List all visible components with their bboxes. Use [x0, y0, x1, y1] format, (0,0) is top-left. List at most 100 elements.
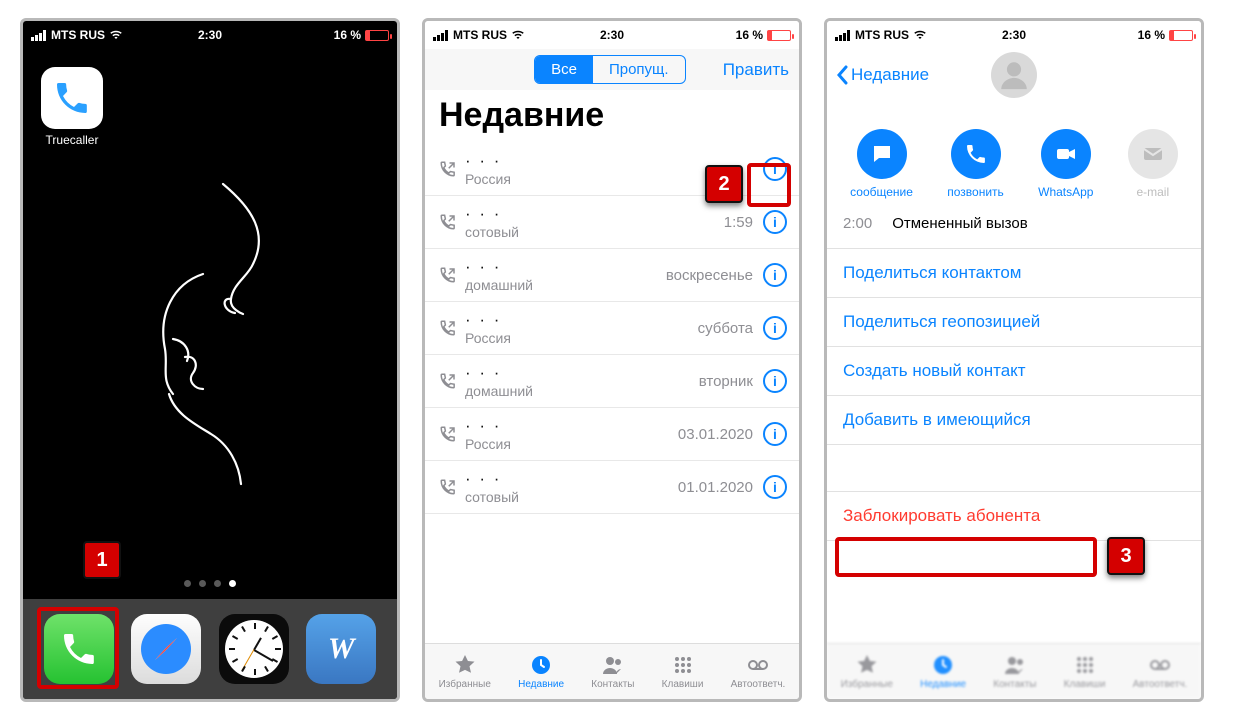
recents-row-title: · · · [465, 416, 670, 436]
info-button[interactable]: i [763, 369, 787, 393]
wifi-icon [511, 28, 525, 42]
screen-contact-card: MTS RUS 2:30 16 % Недавние сообщение [824, 18, 1204, 702]
recents-row-sub: сотовый [465, 489, 670, 505]
back-label: Недавние [851, 65, 929, 85]
truecaller-icon [41, 67, 103, 129]
info-button[interactable]: i [763, 422, 787, 446]
status-bar: MTS RUS 2:30 16 % [23, 21, 397, 49]
recents-row[interactable]: · · ·сотовый1:59i [425, 196, 799, 249]
screen-home: MTS RUS 2:30 16 % Truecaller [20, 18, 400, 702]
call-outgoing-icon [439, 319, 457, 337]
call-outgoing-icon [439, 372, 457, 390]
battery-pct: 16 % [1138, 28, 1165, 42]
app-truecaller[interactable]: Truecaller [37, 67, 107, 147]
page-title: Недавние [425, 90, 799, 143]
recents-row-title: · · · [465, 363, 691, 383]
recents-row[interactable]: · · ·домашний воскресенье i [425, 249, 799, 302]
recents-row[interactable]: · · ·домашнийвторникi [425, 355, 799, 408]
app-label: Truecaller [46, 133, 99, 147]
recents-row[interactable]: · · ·Россиясубботаi [425, 302, 799, 355]
battery-icon [1169, 30, 1193, 41]
signal-icon [835, 30, 851, 41]
tab-bar: Избранные Недавние Контакты Клавиши Авто… [425, 643, 799, 699]
wifi-icon [109, 28, 123, 42]
call-outgoing-icon [439, 213, 457, 231]
carrier-label: MTS RUS [453, 28, 507, 42]
call-outgoing-icon [439, 478, 457, 496]
tab-contacts[interactable]: Контакты [591, 653, 634, 690]
status-time: 2:30 [198, 28, 222, 42]
annotation-highlight-2 [747, 163, 791, 207]
signal-icon [433, 30, 449, 41]
recents-row-sub: Россия [465, 171, 745, 187]
call-log-entry: 2:00 Отмененный вызов [827, 211, 1201, 248]
tab-keypad[interactable]: Клавиши [662, 653, 704, 690]
option-add-existing[interactable]: Добавить в имеющийся [827, 395, 1201, 445]
contact-avatar [991, 52, 1037, 98]
option-share-location[interactable]: Поделиться геопозицией [827, 297, 1201, 346]
call-outgoing-icon [439, 425, 457, 443]
recents-row-time: 01.01.2020 [678, 479, 753, 496]
recents-row-title: · · · [465, 310, 690, 330]
dock-clock-app[interactable] [219, 614, 289, 684]
recents-row-sub: домашний [465, 277, 658, 293]
tab-favorites[interactable]: Избранные [439, 653, 491, 690]
tab-recents[interactable]: Недавние [920, 653, 966, 690]
phone-icon [951, 129, 1001, 179]
screen-recents: MTS RUS 2:30 16 % Все Пропущ. Править Не… [422, 18, 802, 702]
battery-icon [365, 30, 389, 41]
recents-row-title: · · · [465, 469, 670, 489]
carrier-label: MTS RUS [51, 28, 105, 42]
recents-row-time: воскресенье [666, 267, 753, 284]
status-time: 2:30 [1002, 28, 1026, 42]
info-button[interactable]: i [763, 210, 787, 234]
log-time: 2:00 [843, 215, 872, 232]
recents-filter-segment[interactable]: Все Пропущ. [534, 55, 685, 84]
recents-row-title: · · · [465, 257, 658, 277]
info-button[interactable]: i [763, 475, 787, 499]
dock-safari-app[interactable] [131, 614, 201, 684]
annotation-badge-3: 3 [1107, 537, 1145, 575]
log-desc: Отмененный вызов [892, 215, 1027, 232]
segment-missed[interactable]: Пропущ. [593, 56, 685, 83]
annotation-highlight-1 [37, 607, 119, 689]
wallpaper-line-art [103, 179, 313, 489]
tab-favorites[interactable]: Избранные [841, 653, 893, 690]
tab-bar: Избранные Недавние Контакты Клавиши Авто… [827, 643, 1201, 699]
recents-row[interactable]: · · ·Россия 03.01.2020 i [425, 408, 799, 461]
action-message[interactable]: сообщение [850, 129, 913, 199]
recents-row-sub: Россия [465, 436, 670, 452]
tab-contacts[interactable]: Контакты [993, 653, 1036, 690]
action-whatsapp[interactable]: WhatsApp [1038, 129, 1093, 199]
option-block-caller[interactable]: Заблокировать абонента [827, 491, 1201, 541]
option-new-contact[interactable]: Создать новый контакт [827, 346, 1201, 395]
recents-row[interactable]: · · ·сотовый 01.01.2020 i [425, 461, 799, 514]
recents-navbar: Все Пропущ. Править [425, 49, 799, 90]
recents-row-time: 1:59 [724, 214, 753, 231]
message-icon [857, 129, 907, 179]
status-bar: MTS RUS 2:30 16 % [827, 21, 1201, 49]
dock-vk-app[interactable]: W [306, 614, 376, 684]
tab-recents[interactable]: Недавние [518, 653, 564, 690]
back-button[interactable]: Недавние [835, 65, 929, 85]
info-button[interactable]: i [763, 263, 787, 287]
status-bar: MTS RUS 2:30 16 % [425, 21, 799, 49]
edit-button[interactable]: Править [723, 60, 789, 80]
tab-voicemail[interactable]: Автоответч. [731, 653, 786, 690]
option-share-contact[interactable]: Поделиться контактом [827, 248, 1201, 297]
home-wallpaper: Truecaller W [23, 49, 397, 699]
recents-row-title: · · · [465, 151, 745, 171]
mail-icon [1128, 129, 1178, 179]
tab-voicemail[interactable]: Автоответч. [1133, 653, 1188, 690]
action-call[interactable]: позвонить [947, 129, 1004, 199]
info-button[interactable]: i [763, 316, 787, 340]
call-outgoing-icon [439, 160, 457, 178]
contact-navbar: Недавние [827, 49, 1201, 101]
carrier-label: MTS RUS [855, 28, 909, 42]
segment-all[interactable]: Все [535, 56, 593, 83]
page-indicator [184, 580, 236, 587]
tab-keypad[interactable]: Клавиши [1064, 653, 1106, 690]
recents-row-time: 03.01.2020 [678, 426, 753, 443]
recents-row-sub: домашний [465, 383, 691, 399]
recents-row-sub: сотовый [465, 224, 716, 240]
